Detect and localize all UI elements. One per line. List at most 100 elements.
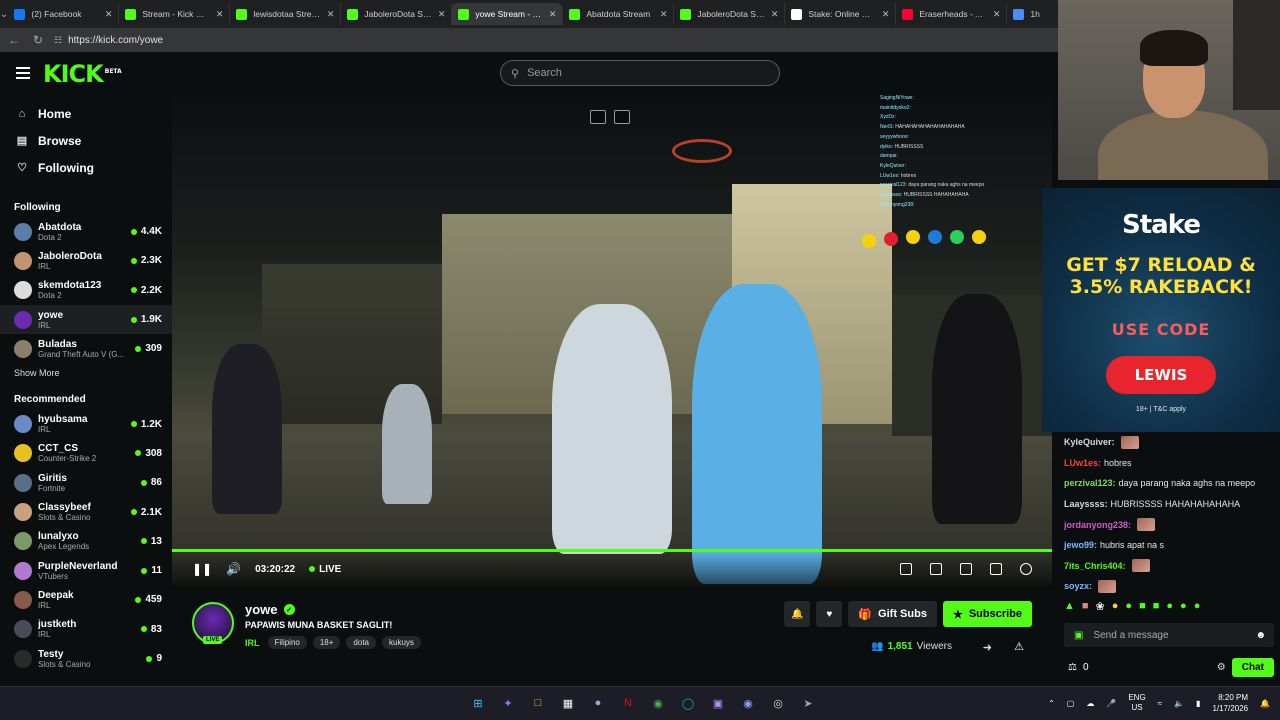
chat-input[interactable]: ▣ Send a message ☻	[1064, 623, 1274, 647]
chat-username[interactable]: soyzx:	[1064, 581, 1092, 591]
url-field[interactable]: ☷ https://kick.com/yowe	[54, 35, 163, 46]
ad-code-button[interactable]: LEWIS	[1106, 356, 1216, 394]
stream-tag[interactable]: dota	[346, 636, 376, 649]
fullscreen-icon[interactable]	[990, 563, 1002, 575]
follow-heart-icon[interactable]: ♥	[816, 601, 843, 627]
chat-username[interactable]: jewo99:	[1064, 540, 1097, 550]
theater-icon[interactable]	[614, 110, 630, 124]
channel-item[interactable]: hyubsama IRL 1.2K	[0, 409, 172, 438]
share-icon[interactable]: ➜	[983, 641, 992, 654]
steam-icon[interactable]: ●	[588, 693, 608, 713]
channel-item[interactable]: PurpleNeverland VTubers 11	[0, 556, 172, 585]
tray-app-icon[interactable]: ▢	[1067, 699, 1075, 708]
emote-icon[interactable]: ■	[1139, 600, 1146, 613]
emote-icon[interactable]: ❀	[1096, 600, 1105, 613]
emote-icon[interactable]: ●	[1194, 600, 1201, 613]
notifications-icon[interactable]: 🔔	[1260, 699, 1270, 708]
menu-icon[interactable]	[16, 67, 30, 82]
reload-icon[interactable]: ↻	[30, 33, 46, 47]
chat-settings-icon[interactable]: ⚙	[1217, 662, 1226, 673]
clock[interactable]: 8:20 PM 1/17/2026	[1212, 692, 1248, 714]
steam-client-icon[interactable]: ➤	[798, 693, 818, 713]
nav-item-browse[interactable]: ▤ Browse	[0, 127, 172, 154]
channel-item[interactable]: justketh IRL 83	[0, 615, 172, 644]
chrome-icon[interactable]: ◉	[648, 693, 668, 713]
language-indicator[interactable]: ENG US	[1128, 693, 1145, 713]
browser-tab[interactable]: Stake: Online Casino ✕	[785, 3, 897, 25]
tab-close-icon[interactable]: ✕	[882, 9, 890, 20]
nav-item-following[interactable]: ♡ Following	[0, 154, 172, 181]
channel-item[interactable]: Abatdota Dota 2 4.4K	[0, 217, 172, 246]
points-icon[interactable]: ⚖	[1068, 662, 1077, 673]
emote-icon[interactable]: ●	[1166, 600, 1173, 613]
tab-close-icon[interactable]: ✕	[660, 9, 668, 20]
tab-close-icon[interactable]: ✕	[327, 9, 335, 20]
tab-close-icon[interactable]: ✕	[216, 9, 224, 20]
chevron-up-icon[interactable]: ⌃	[1048, 699, 1055, 708]
tab-search-icon[interactable]: ⌄	[0, 0, 8, 28]
pip-icon[interactable]	[900, 563, 912, 575]
browser-tab[interactable]: JaboleroDota Stream ✕	[674, 3, 786, 25]
emote-icon[interactable]: ●	[1125, 600, 1132, 613]
channel-item[interactable]: Buladas Grand Theft Auto V (G... 309	[0, 334, 172, 363]
store-icon[interactable]: ▦	[558, 693, 578, 713]
browser-tab[interactable]: (2) Facebook ✕	[8, 3, 120, 25]
discord-icon[interactable]: ◉	[738, 693, 758, 713]
tab-close-icon[interactable]: ✕	[105, 9, 113, 20]
pause-icon[interactable]: ❚❚	[192, 562, 212, 576]
windows-start-icon[interactable]: ⊞	[468, 693, 488, 713]
chat-rules-icon[interactable]: ▣	[1074, 630, 1083, 641]
chat-send-button[interactable]: Chat	[1231, 657, 1274, 677]
tray-cloud-icon[interactable]: ☁	[1086, 699, 1094, 708]
report-icon[interactable]: ⚠	[1014, 640, 1024, 653]
channel-item[interactable]: CCT_CS Counter-Strike 2 308	[0, 439, 172, 468]
chat-username[interactable]: perzival123:	[1064, 478, 1116, 488]
gift-subs-button[interactable]: 🎁 Gift Subs	[848, 601, 937, 627]
browser-tab[interactable]: lewisdotaa Stream ✕	[230, 3, 342, 25]
emote-icon[interactable]: ■	[1082, 600, 1089, 613]
stake-ad-banner[interactable]: Stake GET $7 RELOAD & 3.5% RAKEBACK! USE …	[1042, 188, 1280, 432]
emote-icon[interactable]: ■	[1153, 600, 1160, 613]
theater-mode-icon[interactable]	[960, 563, 972, 575]
site-info-icon[interactable]: ☷	[54, 35, 62, 46]
emoji-picker-icon[interactable]: ☻	[1255, 630, 1266, 641]
settings-icon[interactable]	[1020, 563, 1032, 575]
video-player[interactable]: SagingNiYowe: mainitdyoko2: XyzDz: NeriS…	[172, 94, 1052, 586]
emote-icon[interactable]: ●	[1112, 600, 1119, 613]
battery-icon[interactable]: ▮	[1196, 699, 1200, 708]
kick-logo[interactable]: KICK BETA	[43, 60, 122, 88]
edge-icon[interactable]: ◯	[678, 693, 698, 713]
back-icon[interactable]: ←	[6, 33, 22, 47]
browser-tab[interactable]: Stream - Kick Dashboard ✕	[119, 3, 231, 25]
app-icon[interactable]: ▣	[708, 693, 728, 713]
stream-tag[interactable]: kukuys	[382, 636, 421, 649]
streamer-name[interactable]: yowe ✓	[245, 602, 295, 617]
stream-tag[interactable]: 18+	[312, 636, 341, 649]
chat-username[interactable]: 7its_Chris404:	[1064, 561, 1126, 571]
show-more-link[interactable]: Show More	[0, 363, 172, 383]
netflix-icon[interactable]: N	[618, 693, 638, 713]
volume-icon[interactable]: 🔊	[226, 562, 241, 576]
clip-button-icon[interactable]	[930, 563, 942, 575]
emote-icon[interactable]: ●	[1180, 600, 1187, 613]
browser-tab[interactable]: yowe Stream - Watch ✕	[452, 3, 564, 25]
emote-icon[interactable]: ▲	[1064, 600, 1075, 613]
wifi-icon[interactable]: ≈	[1158, 699, 1162, 708]
file-explorer-icon[interactable]: □	[528, 693, 548, 713]
tab-close-icon[interactable]: ✕	[549, 9, 557, 20]
stream-tag[interactable]: Filipino	[267, 636, 307, 649]
subscribe-button[interactable]: ★ Subscribe	[942, 601, 1032, 627]
chat-username[interactable]: LUw1es:	[1064, 458, 1101, 468]
tab-close-icon[interactable]: ✕	[438, 9, 446, 20]
stream-category[interactable]: IRL	[245, 638, 260, 648]
search-input[interactable]: ⚲ Search	[500, 60, 780, 86]
microphone-icon[interactable]: 🎤	[1106, 699, 1116, 708]
speaker-icon[interactable]: 🔈	[1174, 699, 1184, 708]
channel-item[interactable]: JaboleroDota IRL 2.3K	[0, 246, 172, 275]
clip-icon[interactable]	[590, 110, 606, 124]
chat-username[interactable]: Laayssss:	[1064, 499, 1108, 509]
tab-close-icon[interactable]: ✕	[771, 9, 779, 20]
browser-tab[interactable]: Abatdota Stream ✕	[563, 3, 675, 25]
copilot-icon[interactable]: ✦	[498, 693, 518, 713]
browser-tab[interactable]: 1h✕	[1007, 3, 1058, 25]
